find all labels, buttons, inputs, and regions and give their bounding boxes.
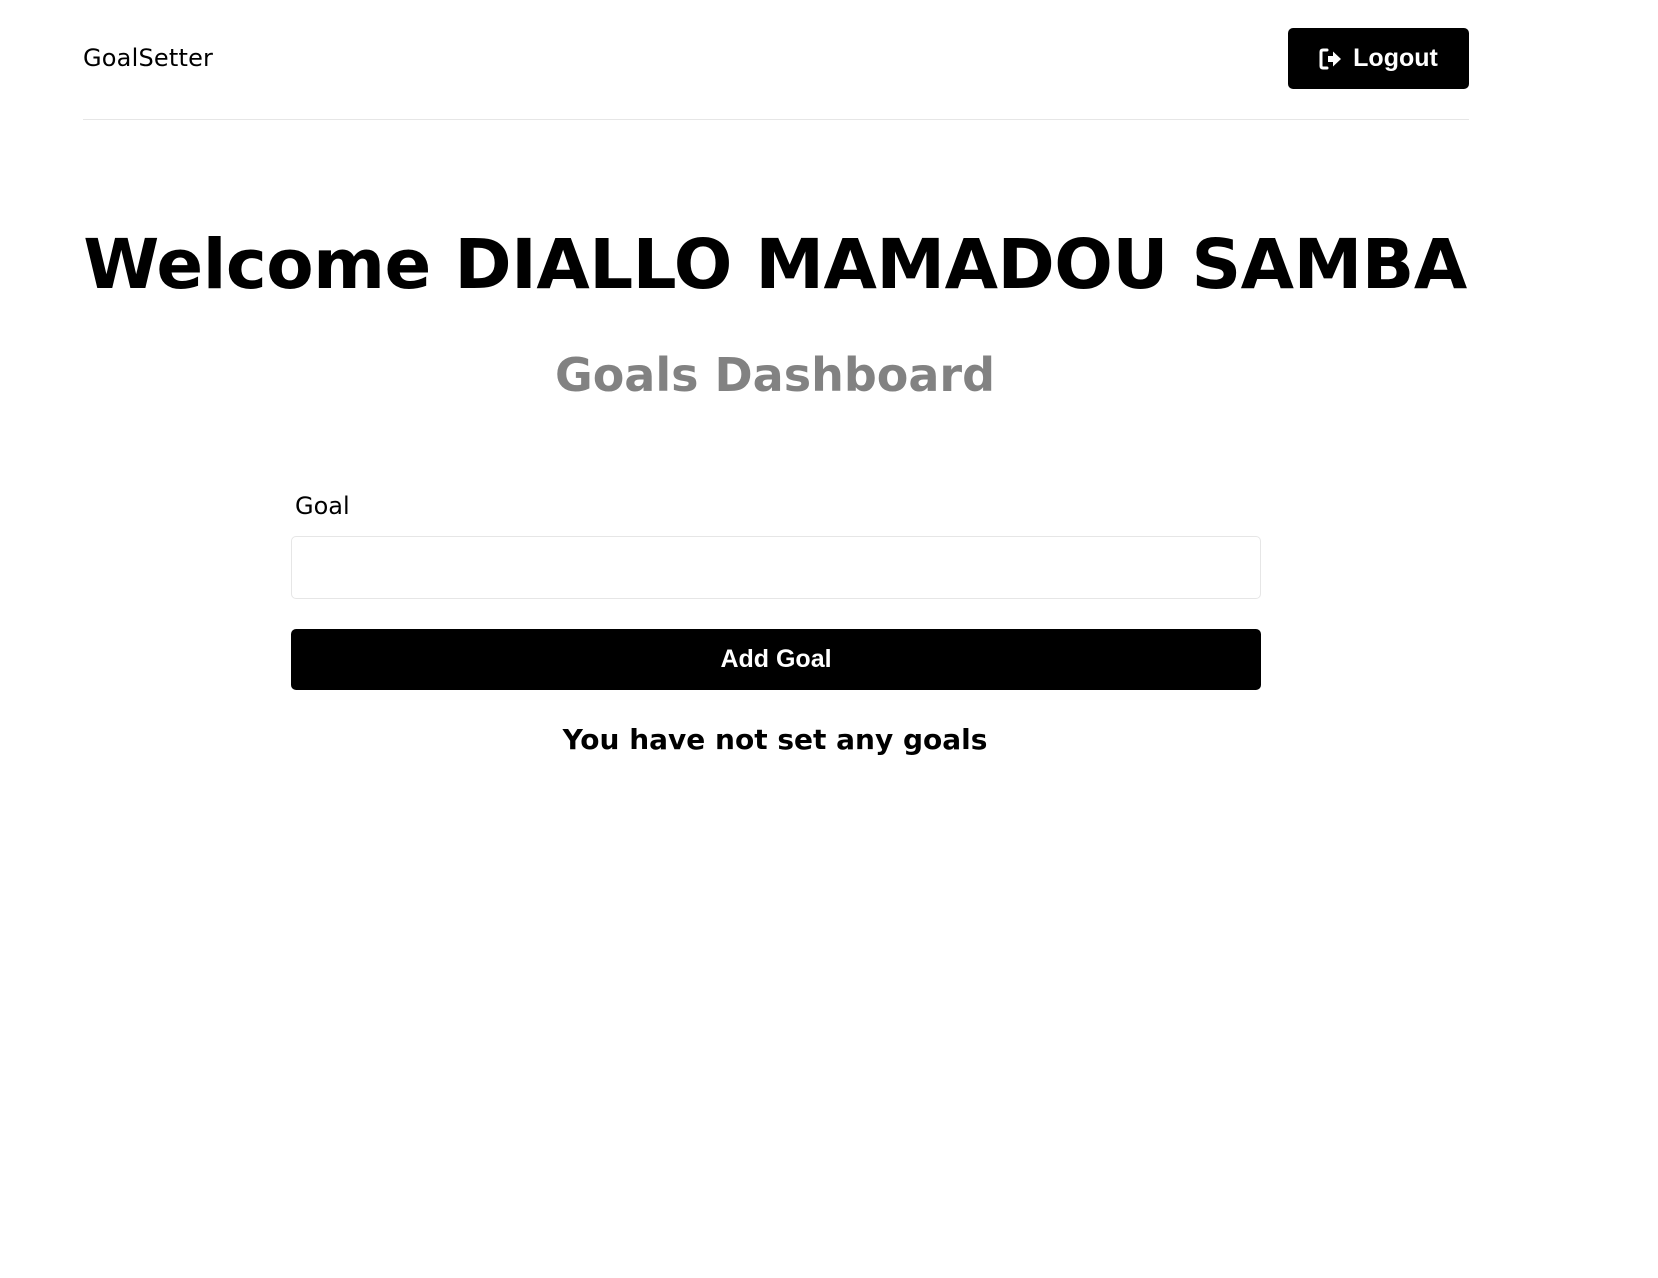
logout-label: Logout (1353, 44, 1438, 72)
goal-label: Goal (295, 492, 350, 520)
goals-dashboard-page: GoalSetter Logout Welcome DIALLO MAMADOU… (0, 0, 1658, 1278)
empty-goals-message: You have not set any goals (562, 723, 988, 756)
add-goal-button[interactable]: Add Goal (291, 629, 1261, 690)
welcome-heading: Welcome DIALLO MAMADOU SAMBA (83, 225, 1467, 305)
app-header: GoalSetter Logout (83, 0, 1469, 120)
logout-button[interactable]: Logout (1288, 28, 1469, 89)
sign-out-icon (1319, 48, 1343, 70)
goal-input[interactable] (291, 536, 1261, 599)
goal-form: Goal Add Goal (291, 490, 1261, 690)
dashboard-subtitle: Goals Dashboard (554, 348, 996, 402)
brand-logo[interactable]: GoalSetter (83, 43, 213, 73)
